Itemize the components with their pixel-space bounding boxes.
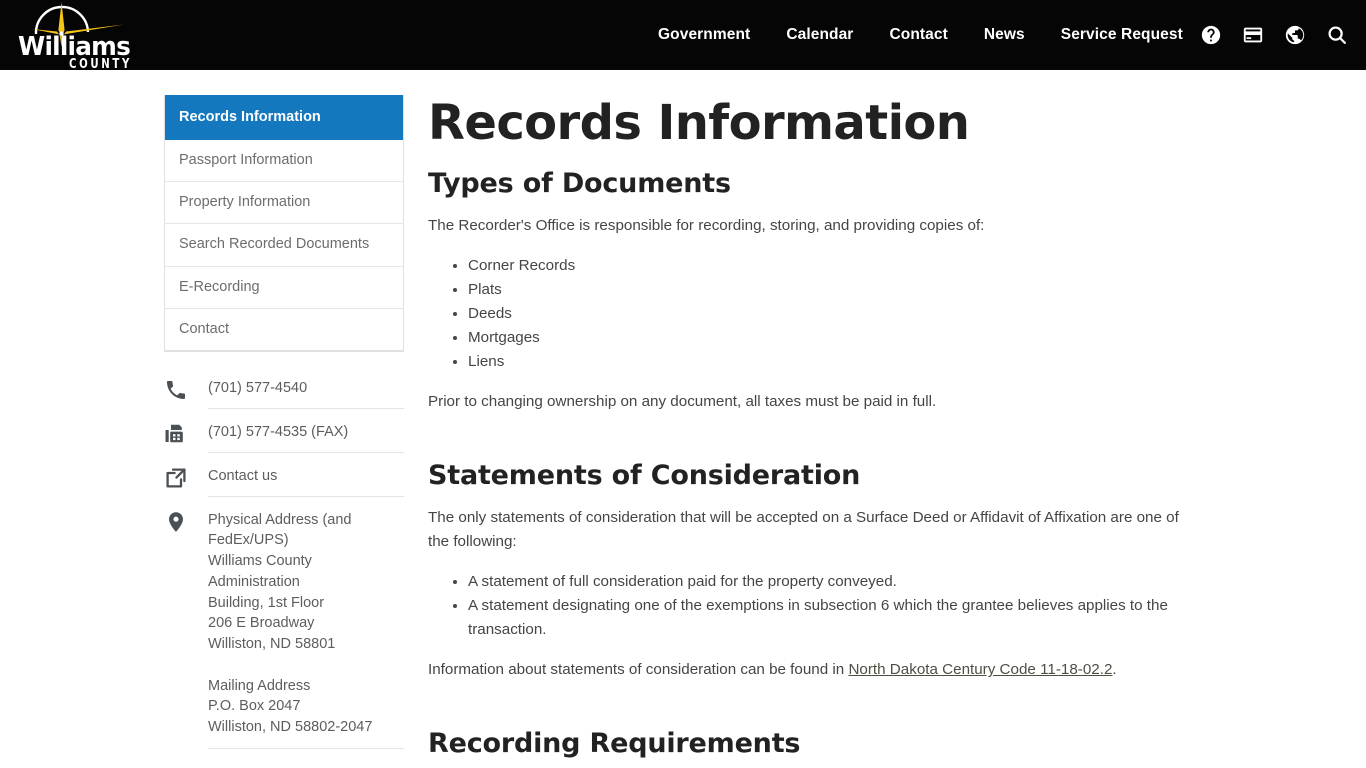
utility-icon-bar: [1200, 0, 1348, 70]
mailing-address-label: Mailing Address: [208, 677, 311, 694]
sidebar-item-e-recording[interactable]: E-Recording: [165, 266, 403, 309]
site-logo[interactable]: Williams COUNTY: [14, 0, 140, 70]
list-item: Plats: [468, 278, 1188, 302]
nav-item-calendar[interactable]: Calendar: [768, 0, 871, 70]
contact-link-row: Contact us: [164, 462, 404, 506]
sidebar-item-passport-information[interactable]: Passport Information: [165, 140, 403, 183]
address-line-1: Williams County Administration: [208, 553, 312, 590]
address-line-4: Williston, ND 58801: [208, 635, 336, 652]
phone-link[interactable]: (701) 577-4540: [208, 380, 307, 396]
contact-us-link[interactable]: Contact us: [208, 468, 277, 484]
nav-item-government[interactable]: Government: [640, 0, 768, 70]
section-outro-types-of-documents: Prior to changing ownership on any docum…: [428, 393, 937, 411]
site-header: Williams COUNTY Government Calendar Cont…: [0, 0, 1366, 70]
map-pin-icon: [164, 506, 208, 534]
address-spacer: [208, 655, 404, 676]
list-item: Deeds: [468, 302, 1188, 326]
contact-phone-row: (701) 577-4540: [164, 374, 404, 418]
outro-text-post: .: [1112, 661, 1117, 679]
sidebar-navigation: Records Information Passport Information…: [164, 95, 404, 352]
page-body: Records Information Passport Information…: [0, 70, 1366, 768]
section-intro-statements-of-consideration: The only statements of consideration tha…: [428, 509, 1179, 551]
contact-fax-row: (701) 577-4535 (FAX): [164, 418, 404, 462]
main-navigation: Government Calendar Contact News Service…: [640, 0, 1201, 70]
sidebar-item-contact[interactable]: Contact: [165, 308, 403, 351]
statements-list: A statement of full consideration paid f…: [428, 570, 1188, 642]
help-icon[interactable]: [1200, 24, 1222, 46]
contact-us-text: Contact us: [208, 462, 404, 498]
sidebar: Records Information Passport Information…: [164, 95, 404, 749]
sidebar-item-property-information[interactable]: Property Information: [165, 182, 403, 225]
external-link-icon: [164, 462, 208, 490]
phone-icon: [164, 374, 208, 402]
section-intro-types-of-documents: The Recorder's Office is responsible for…: [428, 217, 985, 235]
section-outro-statements-of-consideration: Information about statements of consider…: [428, 658, 1188, 682]
list-item: Mortgages: [468, 326, 1188, 350]
credit-card-icon[interactable]: [1242, 24, 1264, 46]
logo-subtext: COUNTY: [69, 57, 132, 70]
address-text: Physical Address (and FedEx/UPS) William…: [208, 506, 404, 749]
nav-item-news[interactable]: News: [966, 0, 1043, 70]
fax-icon: [164, 418, 208, 446]
search-icon[interactable]: [1326, 24, 1348, 46]
sidebar-item-records-information[interactable]: Records Information: [165, 95, 403, 141]
contact-fax-text: (701) 577-4535 (FAX): [208, 418, 404, 454]
address-physical-label-2: FedEx/UPS): [208, 532, 289, 549]
sidebar-item-search-recorded-documents[interactable]: Search Recorded Documents: [165, 224, 403, 267]
list-item: Corner Records: [468, 254, 1188, 278]
document-types-list: Corner Records Plats Deeds Mortgages Lie…: [428, 254, 1188, 374]
mailing-address-line-1: P.O. Box 2047: [208, 698, 301, 715]
globe-icon[interactable]: [1284, 24, 1306, 46]
nav-item-service-request[interactable]: Service Request: [1043, 0, 1201, 70]
list-item: Liens: [468, 350, 1188, 374]
list-item: A statement of full consideration paid f…: [468, 570, 1188, 594]
north-dakota-century-code-link[interactable]: North Dakota Century Code 11-18-02.2: [848, 661, 1112, 678]
page-title: Records Information: [428, 95, 970, 151]
contact-address-row: Physical Address (and FedEx/UPS) William…: [164, 506, 404, 749]
compass-starburst-icon: Williams COUNTY: [18, 2, 132, 70]
main-content: Records Information Types of Documents T…: [428, 95, 1188, 768]
sidebar-contact-block: (701) 577-4540 (701) 577-4535 (FAX) Cont…: [164, 374, 404, 749]
contact-phone-text: (701) 577-4540: [208, 374, 404, 410]
section-heading-types-of-documents: Types of Documents: [428, 167, 731, 199]
address-line-2: Building, 1st Floor: [208, 594, 325, 611]
outro-text-pre: Information about statements of consider…: [428, 661, 849, 679]
section-heading-statements-of-consideration: Statements of Consideration: [428, 460, 861, 492]
section-heading-recording-requirements: Recording Requirements: [428, 728, 801, 760]
list-item: A statement designating one of the exemp…: [468, 594, 1188, 642]
mailing-address-line-2: Williston, ND 58802-2047: [208, 719, 373, 736]
nav-item-contact[interactable]: Contact: [871, 0, 965, 70]
address-physical-label-1: Physical Address (and: [208, 511, 352, 528]
address-line-3: 206 E Broadway: [208, 615, 315, 632]
